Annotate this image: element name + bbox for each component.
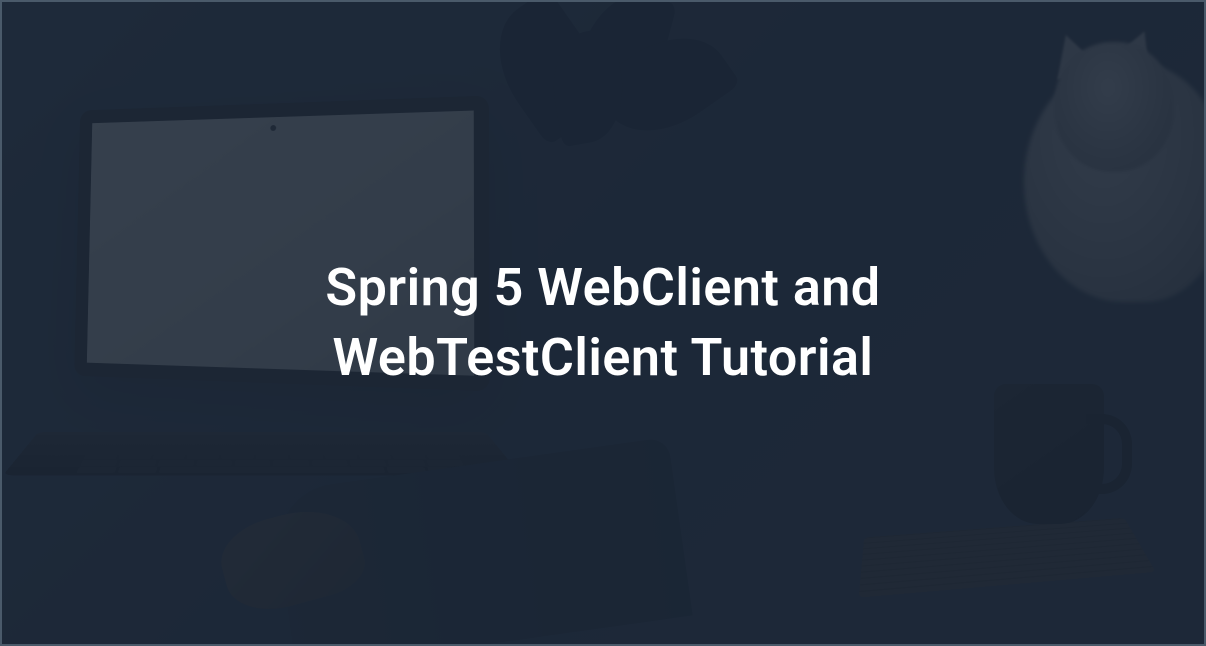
title-line-1: Spring 5 WebClient and <box>325 257 880 318</box>
title-container: Spring 5 WebClient and WebTestClient Tut… <box>285 253 920 393</box>
hero-title: Spring 5 WebClient and WebTestClient Tut… <box>325 253 880 393</box>
hero-banner: Spring 5 WebClient and WebTestClient Tut… <box>0 0 1206 646</box>
title-line-2: WebTestClient Tutorial <box>333 327 874 388</box>
